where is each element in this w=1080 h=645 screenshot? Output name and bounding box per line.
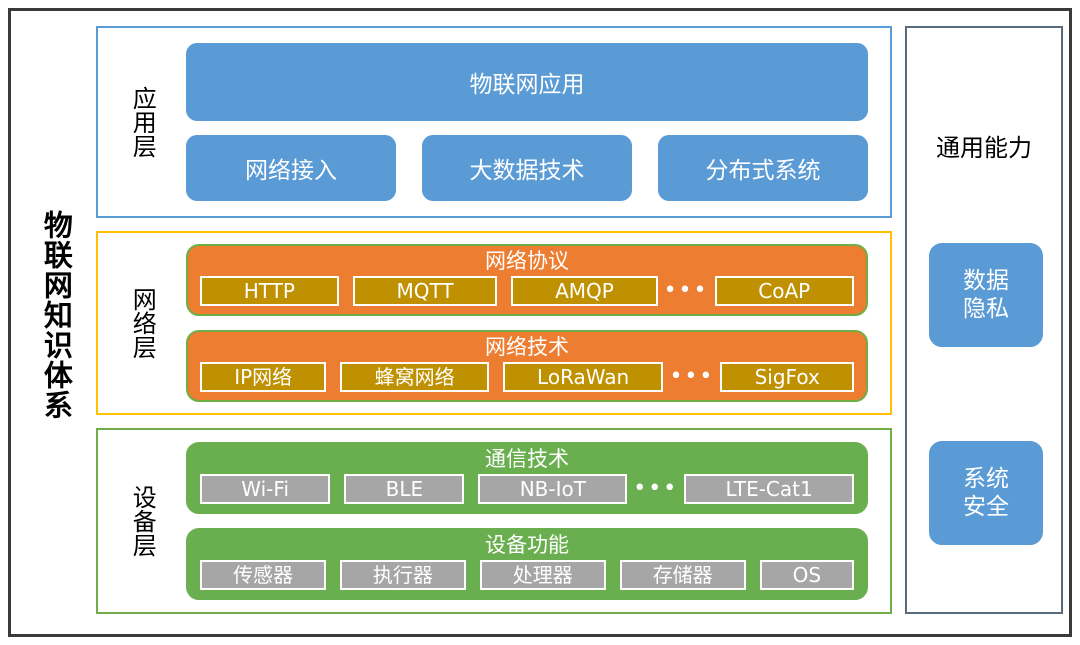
app-cell-label: 网络接入 (245, 158, 337, 184)
chip-ip-network[interactable]: IP网络 (199, 361, 327, 392)
layer-label-network: 网络层 (98, 233, 186, 413)
app-hero-box[interactable]: 物联网应用 (186, 43, 868, 121)
bar-communication-technology[interactable]: 通信技术 Wi-Fi BLE NB-IoT ••• LTE-Cat1 (186, 442, 868, 514)
capability-box-data-privacy[interactable]: 数据 隐私 (929, 243, 1043, 347)
chip-cellular-network[interactable]: 蜂窝网络 (340, 361, 489, 392)
bar-title: 网络技术 (485, 335, 569, 360)
capability-panel: 通用能力 数据 隐私 系统 安全 (905, 26, 1063, 614)
layer-network[interactable]: 网络层 网络协议 HTTP MQTT AMQP ••• CoAP 网络技术 IP… (96, 231, 892, 415)
bar-network-protocol[interactable]: 网络协议 HTTP MQTT AMQP ••• CoAP (186, 244, 868, 316)
chip-actuator[interactable]: 执行器 (339, 559, 466, 590)
layer-body-application: 物联网应用 网络接入 大数据技术 分布式系统 (186, 28, 890, 216)
bar-title: 设备功能 (485, 533, 569, 558)
chip-sigfox[interactable]: SigFox (720, 361, 855, 392)
chip-lte-cat1[interactable]: LTE-Cat1 (684, 473, 855, 504)
capability-label-line2: 隐私 (963, 296, 1009, 322)
layer-label-application: 应用层 (98, 28, 186, 216)
diagram-canvas: 物联网知识体系 应用层 物联网应用 网络接入 大数据技术 分布式系统 网络层 网… (0, 0, 1080, 645)
app-cell-label: 分布式系统 (705, 158, 821, 184)
main-title-text: 物联网知识体系 (39, 209, 74, 420)
chip-sensor[interactable]: 传感器 (200, 559, 326, 590)
chip-coap[interactable]: CoAP (714, 275, 854, 306)
chip-row-network-technology: IP网络 蜂窝网络 LoRaWan ••• SigFox (188, 361, 866, 392)
chip-wifi[interactable]: Wi-Fi (199, 473, 331, 504)
chip-mqtt[interactable]: MQTT (352, 275, 498, 306)
layer-label-device: 设备层 (98, 430, 186, 612)
layer-label-application-text: 应用层 (128, 86, 157, 158)
bar-device-function[interactable]: 设备功能 传感器 执行器 处理器 存储器 OS (186, 528, 868, 600)
layer-label-device-text: 设备层 (128, 485, 157, 557)
chip-storage[interactable]: 存储器 (619, 559, 746, 590)
chip-row-device-function: 传感器 执行器 处理器 存储器 OS (188, 559, 866, 590)
layer-application[interactable]: 应用层 物联网应用 网络接入 大数据技术 分布式系统 (96, 26, 892, 218)
app-cell-label: 大数据技术 (469, 158, 585, 184)
chip-http[interactable]: HTTP (200, 275, 339, 306)
main-title: 物联网知识体系 (16, 8, 96, 621)
chip-nb-iot[interactable]: NB-IoT (478, 473, 628, 504)
capability-box-system-security[interactable]: 系统 安全 (929, 441, 1043, 545)
chip-amqp[interactable]: AMQP (511, 275, 658, 306)
bar-title: 通信技术 (485, 447, 569, 472)
layer-device[interactable]: 设备层 通信技术 Wi-Fi BLE NB-IoT ••• LTE-Cat1 设… (96, 428, 892, 614)
bar-network-technology[interactable]: 网络技术 IP网络 蜂窝网络 LoRaWan ••• SigFox (186, 330, 868, 402)
capability-label-line2: 安全 (963, 494, 1009, 520)
layer-body-network: 网络协议 HTTP MQTT AMQP ••• CoAP 网络技术 IP网络 蜂 (186, 233, 890, 413)
ellipsis-icon: ••• (669, 363, 715, 389)
app-cell-big-data[interactable]: 大数据技术 (422, 135, 632, 201)
ellipsis-icon: ••• (633, 475, 679, 501)
capability-label-line1: 数据 (963, 267, 1009, 294)
chip-row-network-protocol: HTTP MQTT AMQP ••• CoAP (188, 275, 866, 306)
app-cell-row: 网络接入 大数据技术 分布式系统 (186, 135, 868, 201)
layer-body-device: 通信技术 Wi-Fi BLE NB-IoT ••• LTE-Cat1 设备功能 … (186, 430, 890, 612)
chip-processor[interactable]: 处理器 (479, 559, 606, 590)
app-cell-network-access[interactable]: 网络接入 (186, 135, 396, 201)
app-cell-distributed-system[interactable]: 分布式系统 (658, 135, 868, 201)
chip-row-communication-technology: Wi-Fi BLE NB-IoT ••• LTE-Cat1 (188, 473, 866, 504)
chip-ble[interactable]: BLE (344, 473, 465, 504)
layer-label-network-text: 网络层 (128, 287, 157, 359)
ellipsis-icon: ••• (663, 277, 709, 303)
capability-label-line1: 系统 (963, 465, 1009, 492)
app-hero-label: 物联网应用 (469, 72, 585, 98)
chip-lorawan[interactable]: LoRaWan (502, 361, 664, 392)
capability-panel-title: 通用能力 (936, 134, 1032, 162)
chip-os[interactable]: OS (759, 559, 854, 590)
bar-title: 网络协议 (485, 249, 569, 274)
